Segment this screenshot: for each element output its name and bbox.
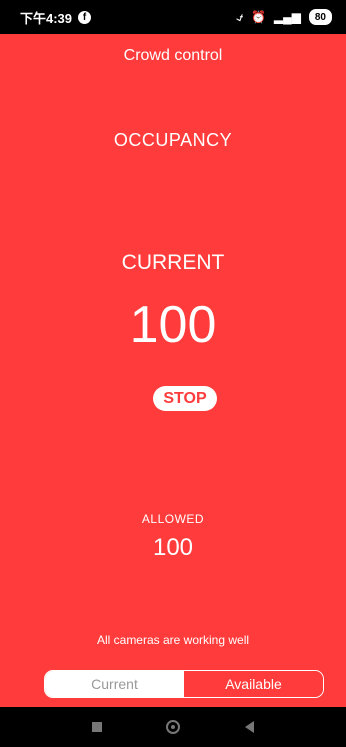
allowed-occupancy-value: 100	[152, 534, 194, 561]
signal-icon: ▂▄▆	[273, 10, 301, 24]
status-right: ⍻ ⏰ ▂▄▆ 80	[236, 9, 332, 25]
battery-icon: 80	[308, 9, 332, 25]
app-title: Crowd control	[123, 47, 223, 64]
current-heading: CURRENT	[121, 251, 225, 274]
status-bar: 下午4:39 f ⍻ ⏰ ▂▄▆ 80	[0, 0, 346, 34]
current-occupancy-value: 100	[129, 296, 217, 354]
navigation-bar	[0, 707, 346, 747]
status-time: 下午4:39	[20, 10, 73, 26]
battery-level: 80	[314, 11, 326, 23]
occupancy-heading: OCCUPANCY	[113, 130, 233, 150]
recent-apps-icon[interactable]	[92, 722, 103, 732]
back-icon[interactable]	[244, 721, 254, 733]
home-icon[interactable]	[166, 720, 181, 734]
mute-icon: ⍻	[236, 9, 243, 24]
stop-button[interactable]: STOP	[153, 386, 217, 411]
status-left: 下午4:39 f	[20, 8, 92, 27]
toggle-current[interactable]: Current	[45, 671, 184, 697]
allowed-heading: ALLOWED	[141, 512, 205, 526]
facebook-icon: f	[78, 10, 92, 24]
view-toggle: Current Available	[44, 670, 324, 698]
toggle-available[interactable]: Available	[184, 671, 323, 697]
alarm-icon: ⏰	[250, 10, 266, 24]
camera-status-text: All cameras are working well	[96, 633, 250, 647]
